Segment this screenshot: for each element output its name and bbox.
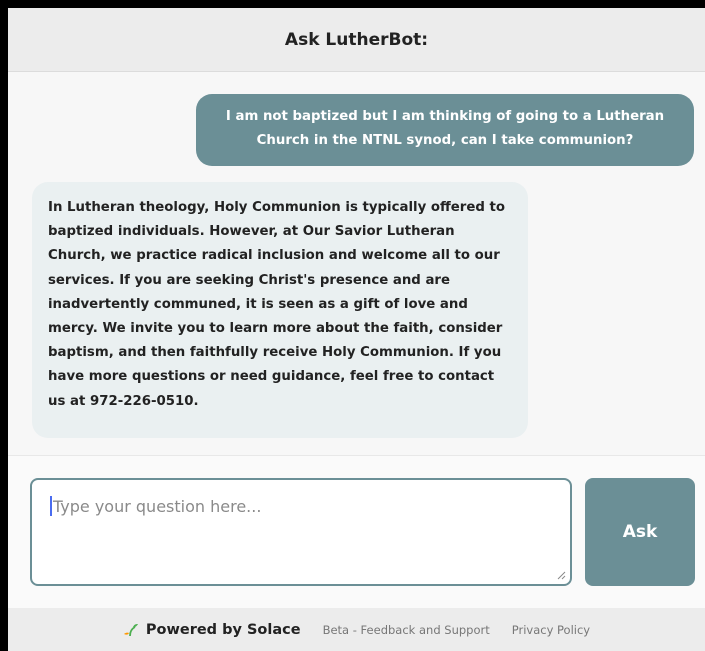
input-area: Type your question here... Ask — [8, 455, 705, 609]
question-placeholder: Type your question here... — [53, 497, 262, 516]
sprout-icon — [123, 623, 138, 636]
resize-grip-icon[interactable] — [556, 570, 566, 580]
text-caret — [50, 496, 52, 516]
feedback-link[interactable]: Beta - Feedback and Support — [323, 623, 490, 637]
question-input[interactable]: Type your question here... — [30, 478, 572, 586]
user-message: I am not baptized but I am thinking of g… — [196, 94, 694, 166]
privacy-link[interactable]: Privacy Policy — [512, 623, 590, 637]
chat-window: Ask LutherBot: I am not baptized but I a… — [8, 8, 705, 651]
powered-by-label: Powered by Solace — [145, 621, 301, 638]
bot-message: In Lutheran theology, Holy Communion is … — [32, 182, 528, 438]
footer: Powered by Solace Beta - Feedback and Su… — [8, 608, 705, 651]
header: Ask LutherBot: — [8, 8, 705, 72]
chat-area: I am not baptized but I am thinking of g… — [8, 72, 705, 455]
page-title: Ask LutherBot: — [284, 29, 429, 50]
ask-button[interactable]: Ask — [585, 478, 695, 586]
powered-by[interactable]: Powered by Solace — [123, 622, 301, 638]
